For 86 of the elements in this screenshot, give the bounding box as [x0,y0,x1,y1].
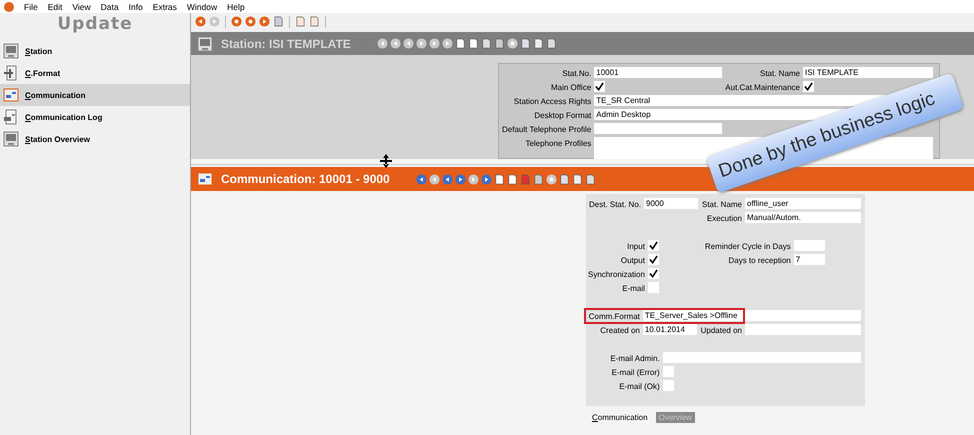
text-field[interactable] [662,352,861,363]
logo: Update [56,13,134,36]
monitor-icon [3,131,19,147]
field-label: Stat.No. [561,68,592,79]
panel-title: Communication: 10001 - 9000 [221,172,390,186]
field-label: Default Telephone Profile [502,124,592,135]
field-label: Comm.Format [588,311,640,322]
navigation-icon[interactable] [442,38,453,49]
circle-icon[interactable] [546,174,557,184]
panel-title: Station: ISI TEMPLATE [221,36,351,50]
navigation-icon[interactable] [454,174,466,184]
forms-icon [3,87,19,103]
sidebar-item[interactable]: C.Format [0,62,190,84]
monitor-icon [3,43,19,59]
text-field[interactable]: 10.01.2014 [642,324,697,335]
document-icon [3,65,19,81]
navigation-icon[interactable] [428,38,440,49]
field-label: Station Access Rights [512,96,592,107]
field-label: Synchronization [588,269,645,280]
navigation-icon[interactable] [376,38,388,49]
field-label: Reminder Cycle in Days [704,241,791,252]
resize-cursor-icon [380,154,392,168]
navigation-icon[interactable] [416,174,427,184]
sidebar-item[interactable]: Station [0,40,190,62]
field-label: Updated on [700,325,742,336]
checkbox[interactable] [803,81,814,92]
circle-icon[interactable] [506,38,518,49]
text-field[interactable]: 10001 [594,67,722,78]
navigation-icon[interactable] [480,174,492,184]
menu-item[interactable]: Info [128,2,143,12]
field-label: E-mail (Error) [610,367,660,378]
sidebar-item[interactable]: Station Overview [0,128,190,150]
text-field[interactable]: 9000 [644,198,698,209]
checkbox[interactable] [648,240,659,251]
menu-item[interactable]: Window [186,2,218,12]
field-label: Days to reception [727,255,791,266]
navigation-icon[interactable] [402,38,414,49]
checkbox[interactable] [594,81,606,92]
field-label: Output [620,255,645,266]
new-record-icon[interactable] [494,174,505,184]
field-label: E-mail (Ok) [618,381,660,392]
text-field[interactable]: offline_user [745,198,861,209]
checkbox[interactable] [648,268,659,279]
checkbox[interactable] [648,282,659,293]
menu-item[interactable]: Help [227,2,245,12]
field-label: Telephone Profiles [524,138,592,150]
app-icon[interactable] [4,2,14,12]
sidebar-item[interactable]: Communication [0,84,190,106]
menu-item[interactable]: Data [100,2,119,12]
monitor-icon [197,36,213,52]
checkbox[interactable] [662,380,674,391]
navigation-icon[interactable] [428,174,440,184]
text-field[interactable] [594,123,722,134]
field-label: Created on [599,325,640,336]
checkbox[interactable] [648,254,659,265]
text-field[interactable]: Manual/Autom. [745,212,861,223]
back-icon[interactable] [195,16,206,27]
text-field[interactable]: 7 [794,254,825,265]
reload-icon[interactable] [259,16,270,27]
text-field[interactable]: TE_Server_Sales >Offline [642,310,861,321]
sidebar-item[interactable]: Communication Log [0,106,190,128]
field-label: Aut.Cat.Maintenance [725,82,800,93]
checkbox[interactable] [662,366,674,377]
menu-item[interactable]: Edit [48,2,62,12]
text-field[interactable] [745,324,861,335]
forms-icon [197,171,213,187]
field-label: Desktop Format [533,110,592,121]
navigation-icon[interactable] [416,38,427,49]
field-label: E-mail [621,283,645,294]
menu-item[interactable]: File [24,2,38,12]
navigation-icon[interactable] [468,174,479,184]
field-label: Execution [706,213,742,224]
field-label: Input [626,241,645,252]
field-label: E-mail Admin. [609,353,660,364]
log-icon [3,109,19,125]
text-field[interactable] [794,240,825,251]
menu-item[interactable]: View [72,2,91,12]
tab[interactable]: Communication [589,412,651,423]
new-record-icon[interactable] [454,38,466,49]
navigation-icon[interactable] [390,38,401,49]
field-label: Dest. Stat. No. [588,199,641,210]
menu-item[interactable]: Extras [152,2,177,12]
text-field[interactable]: ISI TEMPLATE [803,67,933,78]
field-label: Stat. Name [701,199,742,210]
navigation-icon[interactable] [442,174,453,184]
field-label: Main Office [550,82,592,93]
